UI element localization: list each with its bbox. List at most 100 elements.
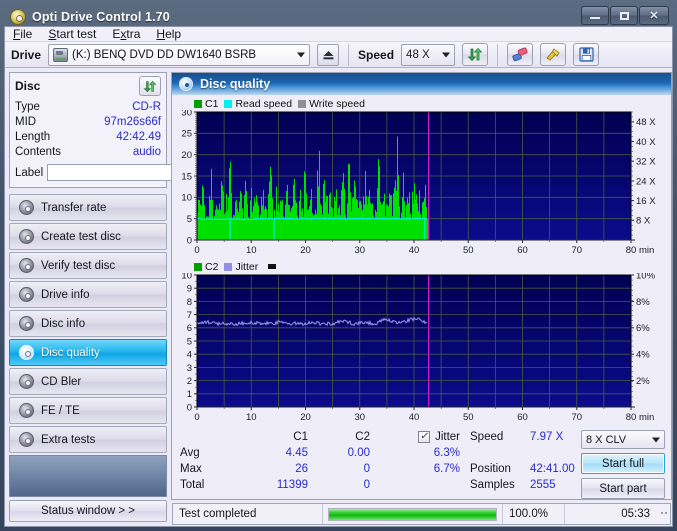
disc-field-length: Length 42:42.49 [15,130,161,145]
drive-select[interactable]: (K:) BENQ DVD DD DW1640 BSRB [48,43,311,66]
write-mode-select[interactable]: 8 X CLV [581,430,665,449]
disc-info-panel: Disc Type CD-R MID 97m26s66f Length 42:4… [9,72,217,188]
legend-item-jitter: Jitter [224,261,258,273]
stats-row-label: Max [180,463,202,475]
sidebar-item-extra-tests[interactable]: Extra tests [9,426,167,453]
svg-text:70: 70 [571,245,582,256]
window-title: Opti Drive Control 1.70 [32,10,170,24]
svg-text:0: 0 [194,412,199,423]
main-content: Disc quality C1 Read speed Write speed 0… [171,68,676,526]
drive-label: Drive [11,47,42,62]
sidebar-item-transfer-rate[interactable]: Transfer rate [9,194,167,221]
svg-text:60: 60 [517,412,528,423]
disc-panel-header: Disc [15,76,161,96]
speed-select[interactable]: 48 X [401,43,456,66]
menu-file[interactable]: FFileile [13,27,32,41]
menu-bar: FFileile Start test Extra Help [5,27,672,42]
disc-icon [19,316,34,331]
svg-text:24 X: 24 X [636,176,656,187]
sidebar-item-disc-quality[interactable]: Disc quality [9,339,167,366]
legend-label-write-speed: Write speed [309,97,365,110]
c1-chart[interactable]: 0 5 10 15 20 25 30 8 X 16 X 24 X 32 X 40 X 48 X 0 10 20… [172,110,671,258]
start-part-button[interactable]: Start part [581,478,665,499]
menu-help[interactable]: Help [156,27,181,41]
charts-container: C1 Read speed Write speed 0 5 10 15 20 2… [172,95,671,425]
disc-icon [19,258,34,273]
close-button[interactable]: ✕ [639,6,669,25]
sidebar-filler [9,455,167,497]
client-area: FFileile Start test Extra Help Drive (K:… [4,26,673,527]
sidebar-item-disc-info[interactable]: Disc info [9,310,167,337]
svg-text:10: 10 [246,412,257,423]
drive-icon [53,47,69,62]
jitter-checkbox[interactable]: ✓ [418,431,431,443]
sidebar-item-create-test-disc[interactable]: Create test disc [9,223,167,250]
disc-field-contents-key: Contents [15,146,62,158]
svg-text:min: min [639,412,654,423]
disc-label-row: Label [15,163,217,182]
disc-icon [19,287,34,302]
svg-text:20: 20 [300,412,311,423]
table-row: Max 26 0 6.7% [180,461,470,477]
svg-text:7: 7 [187,310,192,321]
disc-field-length-key: Length [15,131,51,143]
legend-swatch-c2 [194,262,202,271]
resize-grip-icon[interactable] [656,511,670,517]
disc-field-mid-value: 97m26s66f [104,116,161,128]
svg-text:70: 70 [571,412,582,423]
test-controls: 8 X CLV Start full Start part [581,429,665,499]
refresh-button[interactable] [462,43,489,66]
disc-field-mid: MID 97m26s66f [15,115,161,130]
eraser-button[interactable] [507,43,534,66]
svg-text:4%: 4% [636,350,650,361]
maximize-button[interactable] [610,6,638,25]
drive-select-value: (K:) BENQ DVD DD DW1640 BSRB [72,48,257,61]
sidebar-item-fe-te[interactable]: FE / TE [9,397,167,424]
svg-text:80: 80 [626,412,637,423]
sidebar-item-verify-test-disc[interactable]: Verify test disc [9,252,167,279]
readout-samples-label: Samples [470,479,515,491]
eject-button[interactable] [317,43,340,66]
sidebar-item-cd-bler[interactable]: CD Bler [9,368,167,395]
svg-text:5: 5 [187,214,192,225]
legend-swatch-read-speed [224,99,233,108]
readout-values: Speed 7.97 X Position 42:41.00 Samples 2… [470,429,581,499]
toolbar-divider-1 [348,43,350,66]
legend-label-jitter: Jitter [235,260,259,273]
svg-text:40: 40 [409,245,420,256]
save-button[interactable] [573,43,600,66]
svg-text:50: 50 [463,245,474,256]
menu-extra[interactable]: Extra [112,27,140,41]
table-row: Total 11399 0 [180,477,470,493]
close-icon: ✕ [649,10,659,22]
stats-area: C1 C2 ✓ Jitter Avg 4.45 0.00 6.3% Max 26… [172,425,671,499]
c2-jitter-chart[interactable]: 0 1 2 3 4 5 6 7 8 9 10 2% 4% 6% 8% 10% 0 10 20 30 40 50 60 70 80… [172,273,671,425]
sidebar-item-label: Drive info [41,288,90,301]
start-full-button[interactable]: Start full [581,453,665,474]
svg-text:6: 6 [187,323,192,334]
menu-start-test[interactable]: Start test [48,27,96,41]
legend-item-c2: C2 [194,261,218,273]
stats-row-label: Total [180,479,205,491]
c1-chart-svg: 0 5 10 15 20 25 30 8 X 16 X 24 X 32 X 40 X 48 X 0 10 20… [181,110,656,256]
sidebar-item-label: Verify test disc [41,259,116,272]
tools-button[interactable] [540,43,567,66]
disc-refresh-button[interactable] [139,76,161,96]
svg-text:6%: 6% [636,323,650,334]
sidebar-item-drive-info[interactable]: Drive info [9,281,167,308]
svg-text:9: 9 [187,284,192,295]
chevron-down-icon [297,52,306,57]
stats-cell-jitter: 6.3% [433,447,460,459]
svg-text:40: 40 [409,412,420,423]
svg-text:30: 30 [354,245,365,256]
disc-icon [179,77,193,91]
svg-text:30: 30 [181,110,192,118]
disc-field-length-value: 42:42.49 [116,131,161,143]
svg-text:8%: 8% [636,297,650,308]
speed-select-value: 48 X [406,48,430,61]
eject-icon [323,50,334,59]
minimize-button[interactable] [581,6,609,25]
svg-text:0: 0 [187,402,192,413]
legend-label-c1: C1 [205,97,219,110]
status-window-button[interactable]: Status window > > [9,500,167,522]
